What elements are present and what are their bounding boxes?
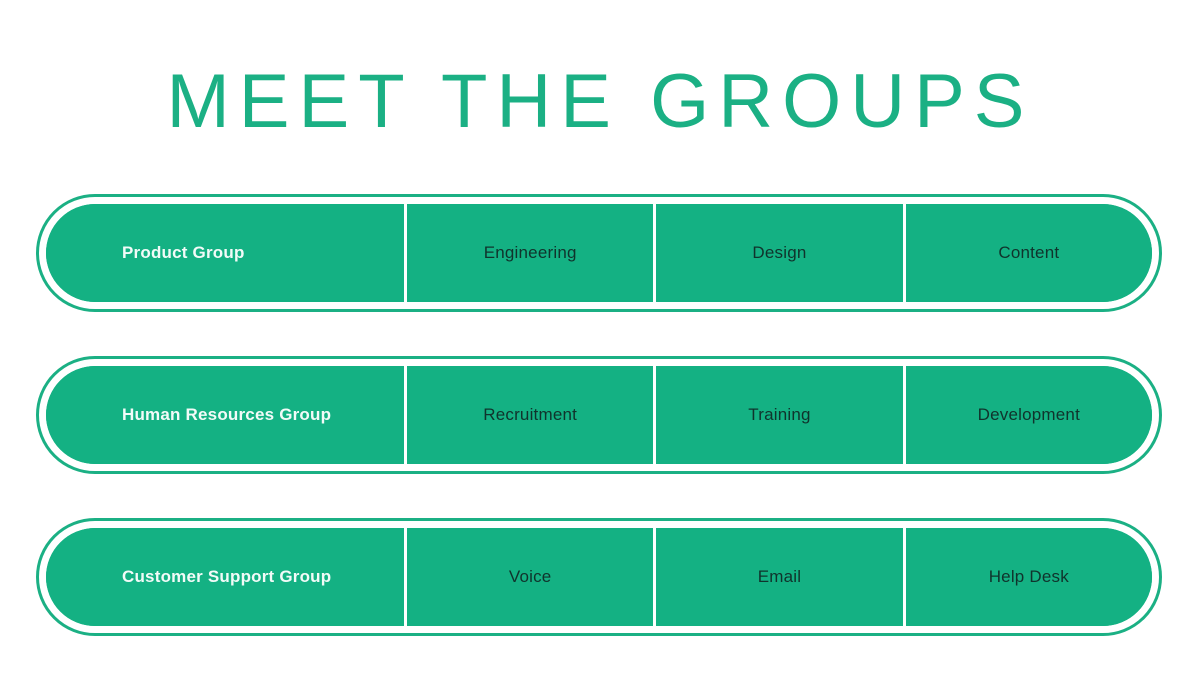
group-row[interactable]: Customer Support Group Voice Email Help … [36,518,1162,636]
group-member-label: Email [757,567,802,586]
group-member-cell[interactable]: Email [653,528,903,626]
group-member-cell[interactable]: Engineering [404,204,654,302]
page-title: MEET THE GROUPS [166,59,1034,144]
group-member-label: Development [977,405,1080,424]
group-row[interactable]: Product Group Engineering Design Content [36,194,1162,312]
group-member-cell[interactable]: Training [653,366,903,464]
group-name-label: Customer Support Group [122,567,332,586]
group-member-cell[interactable]: Help Desk [902,528,1152,626]
group-member-label: Voice [508,567,552,586]
group-name-label: Product Group [122,243,245,262]
groups-table: Product Group Engineering Design Content… [36,194,1162,636]
group-member-label: Engineering [483,243,577,262]
group-name-label: Human Resources Group [122,405,332,424]
group-row-inner: Human Resources Group Recruitment Traini… [46,366,1152,464]
slide-canvas: MEET THE GROUPS Product Group Engineerin… [0,0,1200,675]
group-name-cell[interactable]: Product Group [46,204,404,302]
group-name-cell[interactable]: Customer Support Group [46,528,404,626]
group-member-label: Design [752,243,807,262]
group-name-cell[interactable]: Human Resources Group [46,366,404,464]
group-row-inner: Product Group Engineering Design Content [46,204,1152,302]
group-member-label: Content [998,243,1060,262]
group-member-cell[interactable]: Development [902,366,1152,464]
group-member-cell[interactable]: Design [653,204,903,302]
group-row[interactable]: Human Resources Group Recruitment Traini… [36,356,1162,474]
group-member-label: Training [748,405,811,424]
group-member-cell[interactable]: Recruitment [404,366,654,464]
group-member-label: Recruitment [483,405,578,424]
group-row-inner: Customer Support Group Voice Email Help … [46,528,1152,626]
group-member-cell[interactable]: Voice [404,528,654,626]
group-member-cell[interactable]: Content [902,204,1152,302]
group-member-label: Help Desk [988,567,1069,586]
